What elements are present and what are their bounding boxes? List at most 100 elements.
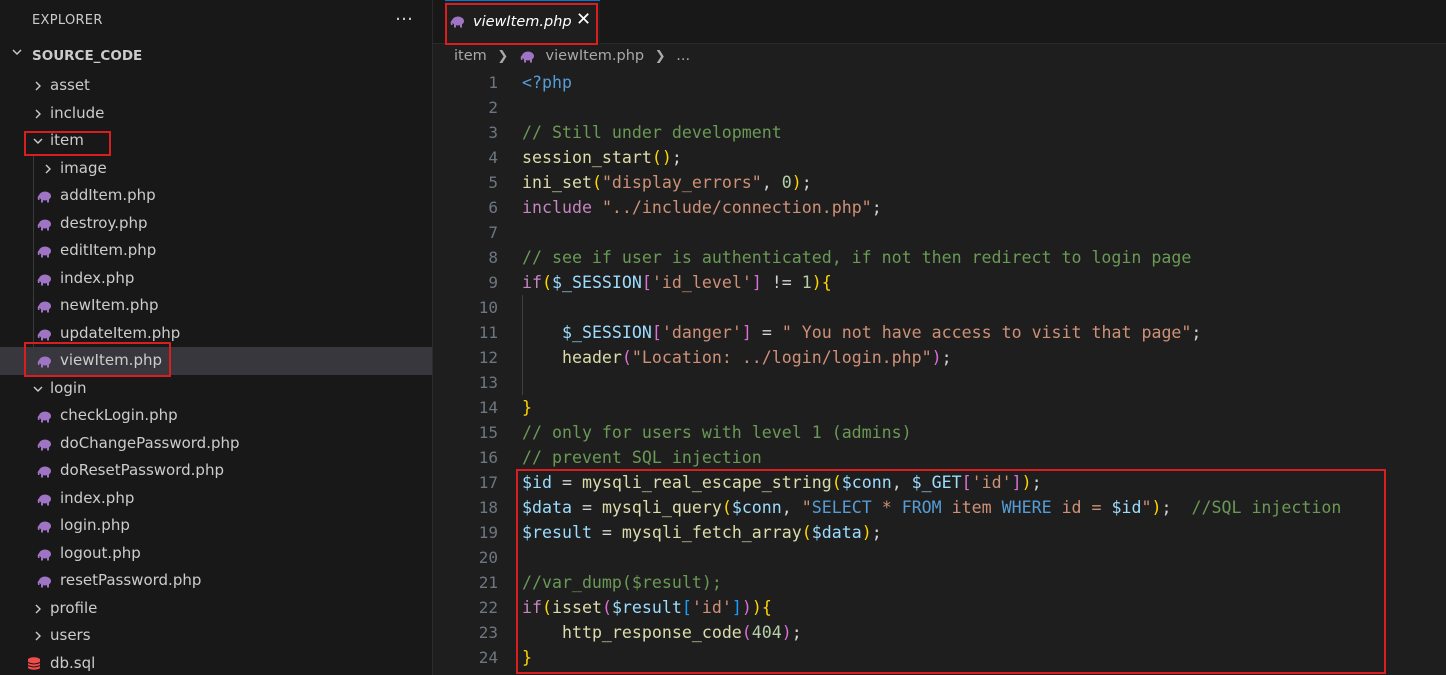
code-token: header xyxy=(561,348,622,367)
tree-item-label: resetPassword.php xyxy=(60,571,202,589)
php-elephant-icon xyxy=(37,329,51,340)
line-number: 18 xyxy=(478,498,498,517)
tree-file-row[interactable]: editItem.php xyxy=(0,237,432,265)
line-number: 19 xyxy=(478,523,498,542)
line-number: 3 xyxy=(488,123,498,142)
code-line: // only for users with level 1 (admins) xyxy=(522,420,912,445)
breadcrumb-more[interactable]: ... xyxy=(676,48,690,64)
tree-folder-row[interactable]: login xyxy=(0,375,432,403)
breadcrumb: item ❯ viewItem.php ❯ ... xyxy=(454,48,690,68)
chevron-right-icon xyxy=(35,604,41,613)
chevron-right-icon xyxy=(35,631,41,641)
highlight-box-tab xyxy=(445,3,598,45)
code-token: " You not have access to visit that page… xyxy=(781,323,1192,342)
code-token: // see if user is authenticated, if not … xyxy=(522,248,1192,267)
code-token: != xyxy=(761,273,802,292)
code-line: <?php xyxy=(522,70,572,95)
php-elephant-icon xyxy=(37,439,51,450)
tree-item-label: include xyxy=(50,103,105,122)
line-number: 1 xyxy=(488,73,498,92)
tree-file-row[interactable]: doResetPassword.php xyxy=(0,457,432,485)
code-token: ] xyxy=(751,273,762,292)
tree-item-label: newItem.php xyxy=(60,296,159,314)
tree-folder-row[interactable]: asset xyxy=(0,72,432,100)
code-line: header("Location: ../login/login.php"); xyxy=(522,345,952,370)
code-line: ini_set("display_errors", 0); xyxy=(522,170,812,195)
tree-file-row[interactable]: index.php xyxy=(0,485,432,513)
tree-item-label: doChangePassword.php xyxy=(60,433,240,452)
code-token: , xyxy=(761,173,782,192)
tree-file-row[interactable]: db.sql xyxy=(0,650,432,675)
code-token: // only for users with level 1 (admins) xyxy=(522,423,912,442)
tree-folder-row[interactable]: include xyxy=(0,100,432,128)
code-line: // see if user is authenticated, if not … xyxy=(522,245,1191,270)
code-line: // Still under development xyxy=(522,120,782,145)
tree-file-row[interactable]: logout.php xyxy=(0,540,432,568)
tree-folder-row[interactable]: image xyxy=(0,155,432,183)
database-icon xyxy=(27,656,41,670)
line-number: 2 xyxy=(488,98,498,117)
tree-file-row[interactable]: destroy.php xyxy=(0,210,432,238)
chevron-down-icon xyxy=(12,49,22,55)
code-line: include "../include/connection.php"; xyxy=(522,195,882,220)
php-elephant-icon xyxy=(37,301,51,313)
tree-file-row[interactable]: addItem.php xyxy=(0,182,432,210)
code-token: // Still under development xyxy=(522,123,782,142)
code-token: ; xyxy=(671,148,682,167)
line-number: 22 xyxy=(478,598,498,617)
tree-file-row[interactable]: index.php xyxy=(0,265,432,293)
code-token: ) xyxy=(931,348,942,367)
code-line: // prevent SQL injection xyxy=(522,445,762,470)
tree-item-label: index.php xyxy=(60,268,135,287)
tree-file-row[interactable]: newItem.php xyxy=(0,292,432,320)
code-token: include xyxy=(522,198,592,217)
more-actions-icon[interactable]: … xyxy=(392,6,416,30)
chevron-right-icon xyxy=(35,109,41,118)
tree-file-row[interactable]: resetPassword.php xyxy=(0,567,432,595)
code-token: { xyxy=(821,273,832,292)
code-token: ( xyxy=(541,273,552,292)
chevron-down-icon xyxy=(33,386,43,392)
tree-item-label: login.php xyxy=(60,516,130,534)
code-line: $_SESSION['danger'] = " You not have acc… xyxy=(522,320,1201,345)
code-token: 'danger' xyxy=(661,323,742,342)
tree-item-label: profile xyxy=(50,598,98,617)
line-number: 13 xyxy=(478,373,498,392)
chevron-right-icon: ❯ xyxy=(654,48,666,64)
tree-item-label: logout.php xyxy=(60,543,141,562)
line-number: 15 xyxy=(478,423,498,442)
code-token: session_start xyxy=(522,148,652,167)
line-number: 6 xyxy=(488,198,498,217)
tree-item-label: doResetPassword.php xyxy=(60,461,224,479)
line-number: 14 xyxy=(478,398,498,417)
tree-folder-row[interactable]: profile xyxy=(0,595,432,623)
code-token: ; xyxy=(871,198,882,217)
php-elephant-icon xyxy=(37,246,51,258)
line-number: 23 xyxy=(478,623,498,642)
code-token: [ xyxy=(641,273,652,292)
code-token: ; xyxy=(941,348,952,367)
workspace-root[interactable]: SOURCE_CODE xyxy=(0,43,432,70)
tree-folder-row[interactable]: users xyxy=(0,622,432,650)
code-token: } xyxy=(522,398,532,417)
tree-file-row[interactable]: login.php xyxy=(0,512,432,540)
code-token: () xyxy=(651,148,672,167)
php-elephant-icon xyxy=(37,576,51,588)
line-number: 9 xyxy=(488,273,498,292)
chevron-right-icon xyxy=(45,164,51,173)
code-token: ( xyxy=(591,173,602,192)
code-token: <?php xyxy=(522,73,572,92)
line-number: 8 xyxy=(488,248,498,267)
breadcrumb-file[interactable]: viewItem.php xyxy=(546,48,645,64)
line-number: 16 xyxy=(478,448,498,467)
line-number: 12 xyxy=(478,348,498,367)
tree-item-label: login xyxy=(50,378,87,397)
line-number: 20 xyxy=(478,548,498,567)
tree-file-row[interactable]: doChangePassword.php xyxy=(0,430,432,458)
tree-file-row[interactable]: checkLogin.php xyxy=(0,402,432,430)
breadcrumb-folder[interactable]: item xyxy=(454,48,487,64)
code-token: if xyxy=(522,273,542,292)
code-token: ini_set xyxy=(522,173,592,192)
chevron-right-icon xyxy=(35,81,41,91)
